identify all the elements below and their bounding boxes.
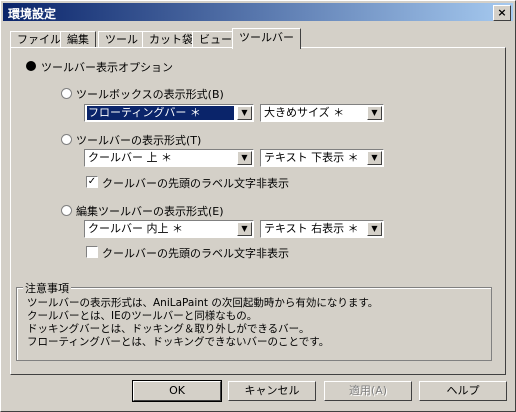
title-bar[interactable]: 環境設定 × [3,3,513,21]
edit-toolbar-radio[interactable] [61,205,72,216]
chevron-down-icon[interactable]: ▼ [237,106,252,120]
edit-toolbar-style-value: クールバー 内上 ＊ [88,222,183,235]
apply-button[interactable]: 適用(A) [324,381,412,401]
close-button[interactable]: × [493,5,511,21]
toolbar-hide-label-checkbox[interactable]: ✓ [86,176,98,188]
toolbar-radio[interactable] [61,134,72,145]
chevron-down-icon[interactable]: ▼ [237,151,252,165]
toolbox-radio[interactable] [61,88,72,99]
section-bullet-icon [26,61,36,71]
ok-button[interactable]: OK [132,380,222,402]
cancel-label: キャンセル [244,384,300,397]
apply-label: 適用(A) [348,384,388,397]
edit-toolbar-text-select[interactable]: テキスト 右表示 ＊ ▼ [260,220,384,238]
edit-toolbar-hide-label-text: クールバーの先頭のラベル文字非表示 [102,247,289,260]
section-label: ツールバー表示オプション [41,61,173,74]
toolbar-hide-label-text: クールバーの先頭のラベル文字非表示 [102,177,289,190]
edit-toolbar-label: 編集ツールバーの表示形式(E) [76,205,224,218]
edit-toolbar-style-select[interactable]: クールバー 内上 ＊ ▼ [84,220,254,238]
chevron-down-icon[interactable]: ▼ [367,222,382,236]
tab-tool[interactable]: ツール [98,31,145,48]
toolbar-style-value: クールバー 上 ＊ [88,151,172,164]
toolbox-size-value: 大きめサイズ ＊ [264,106,345,119]
toolbox-style-value: フローティングバー ＊ [87,106,234,120]
toolbox-style-select[interactable]: フローティングバー ＊ ▼ [84,104,254,122]
tab-toolbar[interactable]: ツールバー [232,28,301,49]
toolbar-text-value: テキスト 下表示 ＊ [264,151,359,164]
notes-group: 注意事項 ツールバーの表示形式は、AniLaPaint の次回起動時から有効にな… [16,280,492,361]
toolbar-style-select[interactable]: クールバー 上 ＊ ▼ [84,149,254,167]
chevron-down-icon[interactable]: ▼ [237,222,252,236]
help-label: ヘルプ [446,384,480,397]
chevron-down-icon[interactable]: ▼ [367,106,382,120]
edit-toolbar-hide-label-checkbox[interactable] [86,246,98,258]
note-line: フローティングバーとは、ドッキングできないバーのことです。 [27,336,330,348]
toolbar-text-select[interactable]: テキスト 下表示 ＊ ▼ [260,149,384,167]
help-button[interactable]: ヘルプ [419,381,507,401]
window-title: 環境設定 [8,7,57,21]
toolbox-label: ツールボックスの表示形式(B) [76,88,224,101]
chevron-down-icon[interactable]: ▼ [367,151,382,165]
edit-toolbar-text-value: テキスト 右表示 ＊ [264,222,359,235]
notes-title: 注意事項 [23,280,71,296]
cancel-button[interactable]: キャンセル [228,381,316,401]
ok-label: OK [169,384,185,397]
toolbox-size-select[interactable]: 大きめサイズ ＊ ▼ [260,104,384,122]
tab-edit[interactable]: 編集 [60,31,96,48]
toolbar-label: ツールバーの表示形式(T) [76,134,202,147]
